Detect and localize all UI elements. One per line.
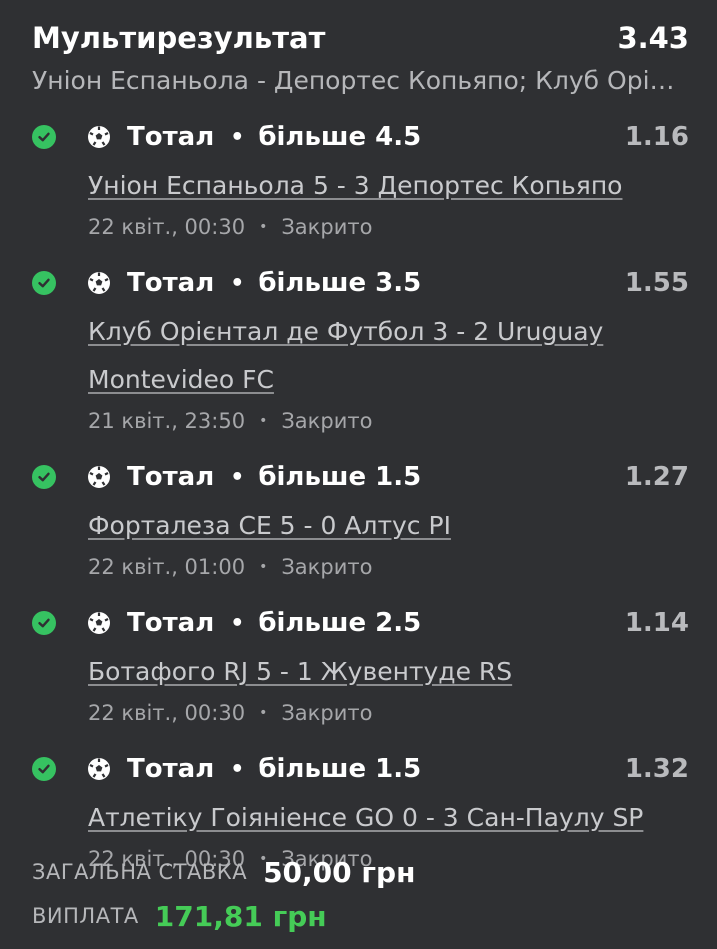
bet-list: Тотал • більше 4.5 1.16 Уніон Еспаньола …: [32, 112, 689, 890]
bet-item: Тотал • більше 1.5 1.27 Форталеза CE 5 -…: [32, 452, 689, 584]
outcome-label: більше 4.5: [258, 122, 422, 152]
market-name: Тотал: [127, 462, 215, 492]
stake-row: ЗАГАЛЬНА СТАВКА 50,00 грн: [32, 850, 415, 894]
bet-item: Тотал • більше 3.5 1.55 Клуб Орієнтал де…: [32, 258, 689, 438]
bet-odds: 1.55: [624, 268, 689, 298]
bet-odds: 1.14: [624, 608, 689, 638]
bet-meta: 22 квіт., 00:30 • Закрито: [88, 696, 689, 730]
soccer-ball-icon: [87, 611, 111, 635]
title-row: Мультирезультат 3.43: [32, 18, 689, 58]
separator-dot: •: [259, 705, 268, 721]
separator-dot: •: [230, 124, 245, 150]
check-circle-icon: [32, 611, 56, 635]
match-datetime: 21 квіт., 23:50: [88, 409, 246, 433]
outcome-label: більше 3.5: [258, 268, 422, 298]
bet-item: Тотал • більше 4.5 1.16 Уніон Еспаньола …: [32, 112, 689, 244]
separator-dot: •: [259, 559, 268, 575]
stake-value: 50,00 грн: [263, 855, 416, 889]
market-name: Тотал: [127, 268, 215, 298]
match-datetime: 22 квіт., 00:30: [88, 701, 246, 725]
outcome-label: більше 1.5: [258, 462, 422, 492]
market-name: Тотал: [127, 608, 215, 638]
match-link[interactable]: Форталеза CE 5 - 0 Алтус PI: [88, 502, 648, 550]
bet-state: Закрито: [281, 555, 373, 579]
bet-state: Закрито: [281, 409, 373, 433]
total-odds: 3.43: [617, 21, 689, 55]
bet-state: Закрито: [281, 701, 373, 725]
match-link[interactable]: Клуб Орієнтал де Футбол 3 - 2 Uruguay Mo…: [88, 308, 648, 404]
soccer-ball-icon: [87, 465, 111, 489]
bet-odds: 1.27: [624, 462, 689, 492]
soccer-ball-icon: [87, 125, 111, 149]
bet-odds: 1.32: [624, 754, 689, 784]
bet-type-title: Мультирезультат: [32, 21, 326, 55]
separator-dot: •: [230, 756, 245, 782]
bet-odds: 1.16: [624, 122, 689, 152]
bet-row: Тотал • більше 3.5 1.55: [32, 258, 689, 308]
bet-meta: 21 квіт., 23:50 • Закрито: [88, 404, 689, 438]
match-link[interactable]: Ботафого RJ 5 - 1 Жувентуде RS: [88, 648, 648, 696]
payout-row: ВИПЛАТА 171,81 грн: [32, 894, 415, 938]
market-name: Тотал: [127, 754, 215, 784]
outcome-label: більше 1.5: [258, 754, 422, 784]
bet-row: Тотал • більше 2.5 1.14: [32, 598, 689, 648]
payout-label: ВИПЛАТА: [32, 904, 139, 928]
bet-item: Тотал • більше 2.5 1.14 Ботафого RJ 5 - …: [32, 598, 689, 730]
bet-row: Тотал • більше 1.5 1.27: [32, 452, 689, 502]
match-link[interactable]: Атлетіку Гоіяніенсе GO 0 - 3 Сан-Паулу S…: [88, 794, 648, 842]
bet-meta: 22 квіт., 00:30 • Закрито: [88, 210, 689, 244]
bet-row: Тотал • більше 4.5 1.16: [32, 112, 689, 162]
soccer-ball-icon: [87, 271, 111, 295]
check-circle-icon: [32, 125, 56, 149]
stake-label: ЗАГАЛЬНА СТАВКА: [32, 860, 248, 884]
bet-header: Мультирезультат 3.43 Уніон Еспаньола - Д…: [32, 18, 689, 95]
match-datetime: 22 квіт., 00:30: [88, 215, 246, 239]
bet-row: Тотал • більше 1.5 1.32: [32, 744, 689, 794]
separator-dot: •: [230, 464, 245, 490]
match-datetime: 22 квіт., 01:00: [88, 555, 246, 579]
check-circle-icon: [32, 465, 56, 489]
check-circle-icon: [32, 271, 56, 295]
check-circle-icon: [32, 757, 56, 781]
bet-meta: 22 квіт., 01:00 • Закрито: [88, 550, 689, 584]
bet-state: Закрито: [281, 215, 373, 239]
separator-dot: •: [230, 610, 245, 636]
outcome-label: більше 2.5: [258, 608, 422, 638]
separator-dot: •: [230, 270, 245, 296]
market-name: Тотал: [127, 122, 215, 152]
payout-value: 171,81 грн: [154, 899, 327, 933]
events-summary: Уніон Еспаньола - Депортес Копьяпо; Клуб…: [32, 66, 687, 95]
separator-dot: •: [259, 413, 268, 429]
bet-summary: ЗАГАЛЬНА СТАВКА 50,00 грн ВИПЛАТА 171,81…: [32, 850, 415, 938]
separator-dot: •: [259, 219, 268, 235]
soccer-ball-icon: [87, 757, 111, 781]
match-link[interactable]: Уніон Еспаньола 5 - 3 Депортес Копьяпо: [88, 162, 648, 210]
